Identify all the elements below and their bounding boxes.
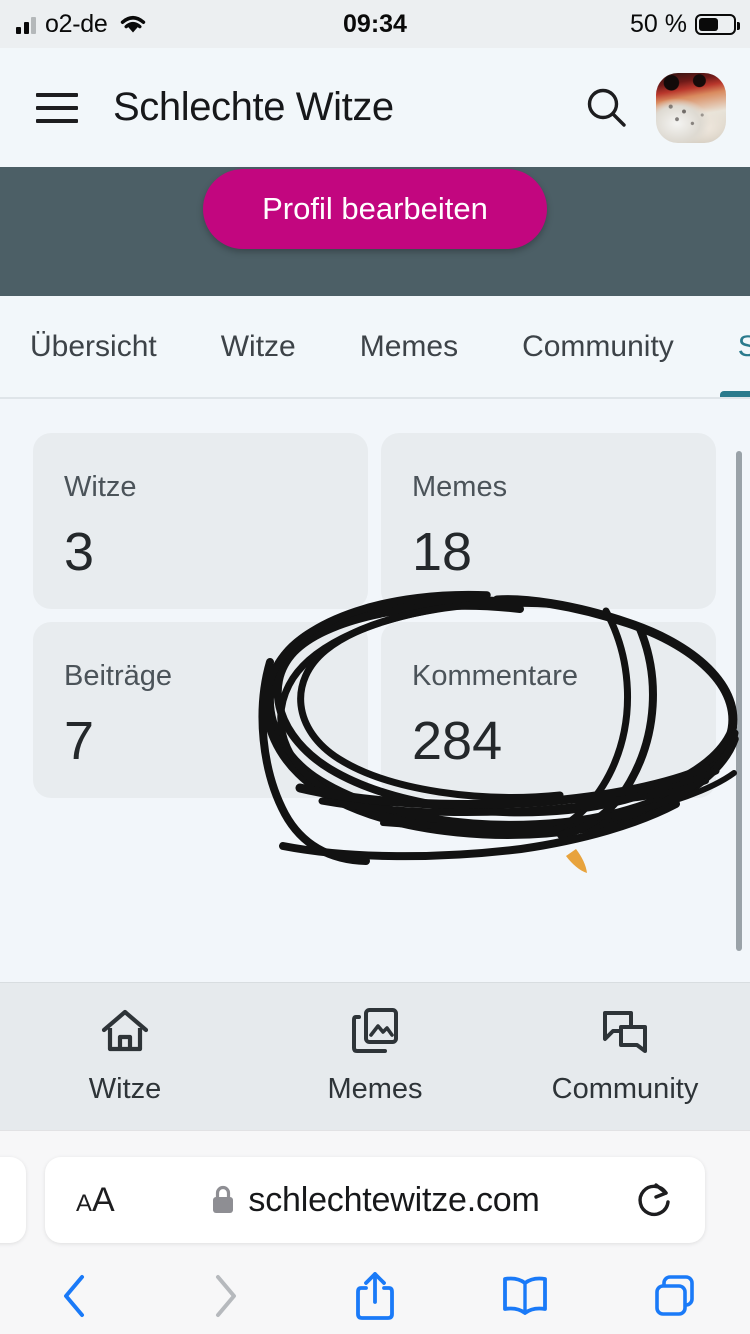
nav-item-community[interactable]: Community	[500, 983, 750, 1131]
stat-value: 7	[64, 711, 95, 771]
chat-bubbles-icon	[603, 1011, 647, 1053]
stat-card-beitraege[interactable]: Beiträge 7	[33, 622, 368, 798]
reload-icon[interactable]	[635, 1180, 675, 1220]
stat-value: 284	[412, 711, 503, 771]
adjacent-tab-peek[interactable]	[0, 1157, 26, 1243]
nav-item-witze[interactable]: Witze	[0, 983, 250, 1131]
status-bar-right: 50 %	[630, 0, 740, 48]
tab-witze[interactable]: Witze	[189, 296, 328, 397]
photo-library-icon	[352, 1008, 398, 1053]
page-scrollbar[interactable]	[736, 451, 742, 951]
tab-community[interactable]: Community	[490, 296, 706, 397]
back-chevron-icon[interactable]	[0, 1257, 150, 1334]
stat-label: Kommentare	[412, 660, 579, 692]
tab-memes[interactable]: Memes	[328, 296, 490, 397]
tab-statistik[interactable]: S	[706, 296, 750, 397]
home-icon	[101, 1009, 149, 1052]
lock-icon	[213, 1185, 234, 1213]
stat-label: Memes	[412, 471, 508, 503]
stats-panel: Witze 3 Memes 18 Beiträge 7 Kommentare 2…	[0, 399, 750, 982]
profile-tabs[interactable]: Übersicht Witze Memes Community S	[0, 296, 750, 399]
stat-value: 3	[64, 522, 95, 582]
stat-card-kommentare[interactable]: Kommentare 284	[381, 622, 716, 798]
battery-icon	[695, 13, 740, 35]
app-header: Schlechte Witze	[0, 48, 750, 167]
nav-label: Witze	[88, 1073, 162, 1105]
nav-label: Memes	[327, 1073, 423, 1105]
stat-card-witze[interactable]: Witze 3	[33, 433, 368, 609]
tab-uebersicht[interactable]: Übersicht	[0, 296, 189, 397]
stat-label: Witze	[64, 471, 137, 503]
ios-status-bar: o2-de 09:34 50 %	[0, 0, 750, 48]
address-bar[interactable]: AA schlechtewitze.com	[45, 1157, 705, 1243]
bookmarks-icon[interactable]	[450, 1257, 600, 1334]
battery-percent-label: 50 %	[630, 9, 687, 38]
url-text: schlechtewitze.com	[248, 1180, 540, 1219]
share-icon[interactable]	[300, 1257, 450, 1334]
avatar[interactable]	[656, 72, 726, 143]
tabs-icon[interactable]	[600, 1257, 750, 1334]
safari-toolbar	[0, 1257, 750, 1334]
url-display: schlechtewitze.com	[45, 1181, 705, 1220]
nav-label: Community	[551, 1073, 699, 1105]
bottom-navigation: Witze Memes Community	[0, 982, 750, 1130]
stats-grid: Witze 3 Memes 18 Beiträge 7 Kommentare 2…	[33, 433, 716, 798]
stat-value: 18	[412, 522, 473, 582]
stat-label: Beiträge	[64, 660, 173, 692]
stat-card-memes[interactable]: Memes 18	[381, 433, 716, 609]
nav-item-memes[interactable]: Memes	[250, 983, 500, 1131]
edit-profile-button[interactable]: Profil bearbeiten	[203, 169, 547, 249]
forward-chevron-icon	[150, 1257, 300, 1334]
page-title: Schlechte Witze	[113, 85, 394, 129]
hamburger-menu-icon[interactable]	[36, 92, 78, 123]
phone-screen: o2-de 09:34 50 % Schlechte Witze Profil …	[0, 0, 750, 1334]
safari-browser-chrome: AA schlechtewitze.com	[0, 1130, 750, 1334]
search-icon[interactable]	[584, 85, 630, 131]
